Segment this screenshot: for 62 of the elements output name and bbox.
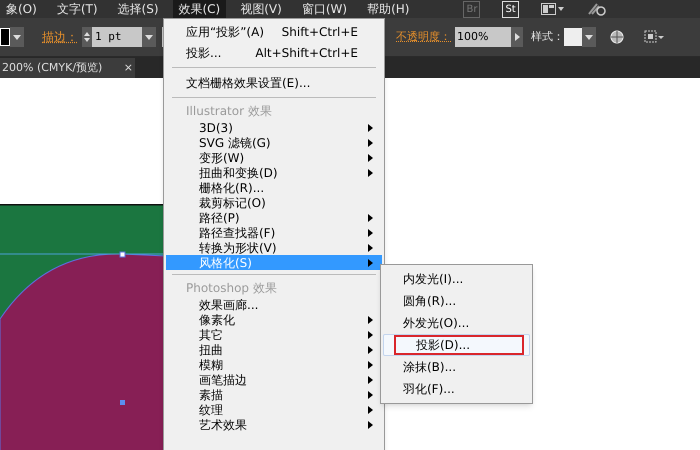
caret-icon	[13, 34, 21, 40]
menu-item[interactable]: 其它	[166, 327, 382, 342]
opacity-label[interactable]: 不透明度：	[396, 28, 451, 46]
menu-item[interactable]: 像素化	[166, 312, 382, 327]
menu-item[interactable]: 文字(T)	[50, 0, 104, 18]
menu-item[interactable]: 艺术效果	[166, 417, 382, 432]
menu-item[interactable]: 羽化(F)...	[383, 378, 530, 400]
menu-item[interactable]: 涂抹(B)...	[383, 356, 530, 378]
app-button[interactable]: St	[502, 0, 519, 18]
play-arrow-icon	[514, 33, 520, 41]
shortcut-label: Shift+Ctrl+E	[282, 24, 358, 40]
menu-item[interactable]: 3D(3)	[166, 120, 382, 135]
menu-item[interactable]: 裁剪标记(O)	[166, 195, 382, 210]
close-button[interactable]: ×	[124, 60, 133, 76]
menu-item[interactable]: 窗口(W)	[296, 0, 354, 18]
menu-item[interactable]: 画笔描边	[166, 372, 382, 387]
menu-item[interactable]: 圆角(R)...	[383, 290, 530, 312]
caret-icon	[585, 34, 593, 40]
style-label: 样式：	[531, 28, 564, 45]
menu-item[interactable]: 应用“投影”(A) Shift+Ctrl+E	[164, 21, 384, 42]
menu-item[interactable]: 扭曲	[166, 342, 382, 357]
menu-item[interactable]: 效果(C)	[172, 0, 226, 18]
menu-item[interactable]: SVG 滤镜(G)	[166, 135, 382, 150]
dropdown-button[interactable]	[142, 27, 156, 47]
menu-item[interactable]: 转换为形状(V)	[166, 240, 382, 255]
stroke-label[interactable]: 描边：	[42, 28, 78, 46]
section-header: Illustrator 效果	[185, 103, 273, 120]
dropdown-button[interactable]	[582, 27, 596, 47]
menu-item[interactable]: 文档栅格效果设置(E)...	[164, 72, 384, 93]
section-header: Photoshop 效果	[185, 280, 278, 297]
menu-item[interactable]: 选择(S)	[112, 0, 164, 18]
menu-item[interactable]: 模糊	[166, 357, 382, 372]
menu-item[interactable]: 投影... Alt+Shift+Ctrl+E	[164, 42, 384, 63]
expand-button[interactable]	[511, 27, 523, 47]
stepper-icon[interactable]	[82, 27, 92, 47]
menu-item[interactable]: 变形(W)	[166, 150, 382, 165]
menu-item[interactable]: 路径(P)	[166, 210, 382, 225]
opacity-field[interactable]: 100%	[455, 27, 511, 47]
menu-item[interactable]: 视图(V)	[234, 0, 288, 18]
menu-item[interactable]: 栅格化(R)...	[166, 180, 382, 195]
layout-icon[interactable]	[540, 3, 565, 15]
menu-item[interactable]: 纹理	[166, 402, 382, 417]
menu-item[interactable]: 扭曲和变换(D)	[166, 165, 382, 180]
dropdown-button[interactable]	[10, 27, 24, 47]
stroke-weight-field[interactable]: 1 pt	[92, 27, 142, 47]
menu-item[interactable]: 素描	[166, 387, 382, 402]
fill-swatch[interactable]	[0, 28, 10, 46]
globe-icon[interactable]	[610, 30, 624, 44]
menu-item[interactable]: 路径查找器(F)	[166, 225, 382, 240]
style-swatch[interactable]	[564, 28, 582, 46]
menu-item[interactable]: 象(O)	[0, 0, 43, 18]
document-tab[interactable]: 200% (CMYK/预览) ×	[0, 58, 135, 78]
transform-icon[interactable]	[644, 30, 664, 44]
tab-title: 200% (CMYK/预览)	[2, 60, 102, 76]
menu-item[interactable]: 投影(D)...	[383, 334, 530, 356]
menu-item[interactable]: 效果画廊...	[166, 297, 382, 312]
menu-item[interactable]: 帮助(H)	[361, 0, 416, 18]
shortcut-label: Alt+Shift+Ctrl+E	[255, 44, 358, 62]
caret-icon	[145, 34, 153, 40]
broadcast-icon[interactable]	[586, 2, 607, 16]
menu-item[interactable]: 外发光(O)...	[383, 312, 530, 334]
menu-item[interactable]: 内发光(I)...	[383, 268, 530, 290]
